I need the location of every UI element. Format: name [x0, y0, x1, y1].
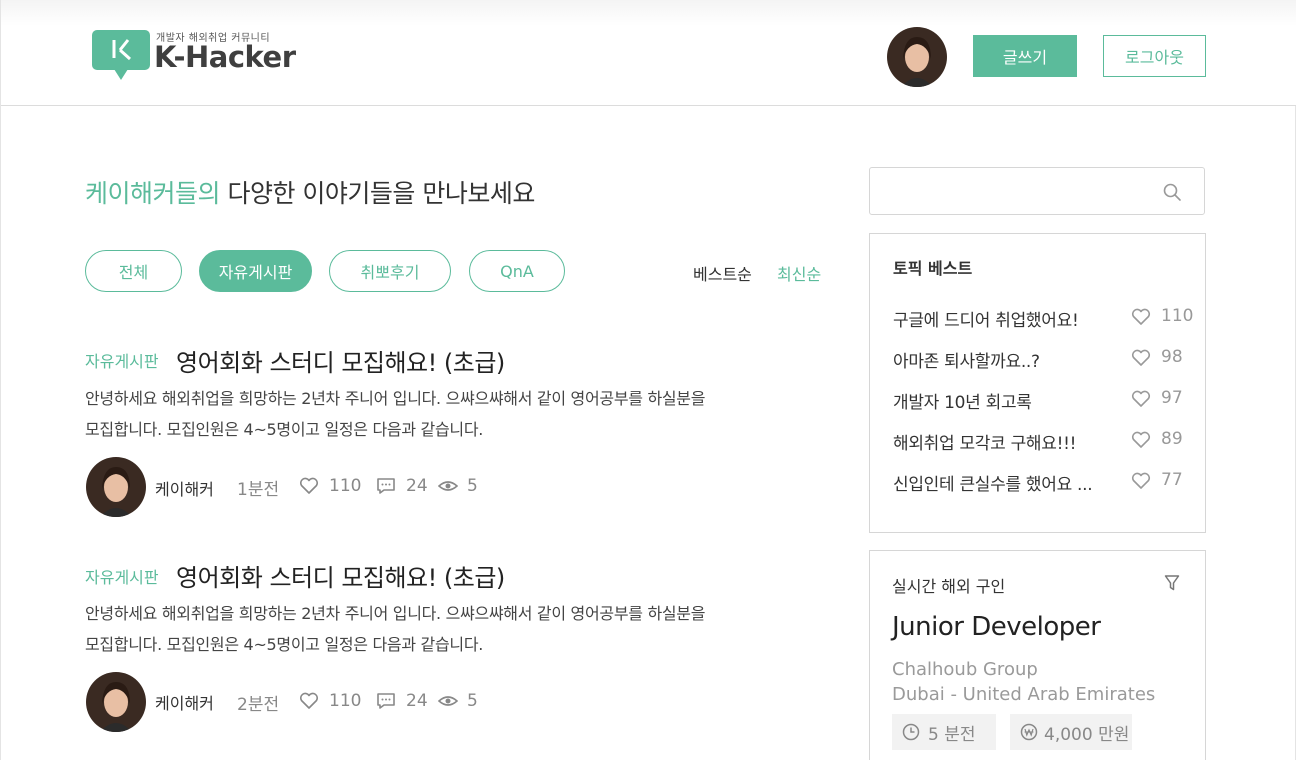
post-comments[interactable]: 24: [376, 476, 428, 496]
user-avatar[interactable]: [887, 27, 947, 87]
job-posted-chip: 5 분전: [892, 714, 996, 750]
eye-icon: [438, 696, 458, 706]
likes-count: 110: [329, 691, 362, 711]
topic-best-item[interactable]: 신입인테 큰실수를 했어요 ... 77: [893, 470, 1193, 495]
post-excerpt-line: 안녕하세요 해외취업을 희망하는 2년차 주니어 입니다. 으쌰으쌰해서 같이 …: [85, 604, 706, 623]
site-header: 개발자 해외취업 커뮤니티 K-Hacker 글쓰기 로그아웃: [1, 0, 1296, 106]
headline-rest: 다양한 이야기들을 만나보세요: [220, 179, 535, 208]
filter-tab-qna[interactable]: QnA: [469, 250, 565, 292]
topic-best-title: 토픽 베스트: [893, 259, 973, 278]
filter-icon[interactable]: [1164, 574, 1180, 592]
topic-best-item-likes: 89: [1161, 429, 1183, 449]
search-icon[interactable]: [1162, 182, 1182, 202]
post-excerpt-line: 안녕하세요 해외취업을 희망하는 2년차 주니어 입니다. 으쌰으쌰해서 같이 …: [85, 389, 706, 408]
won-coin-icon: [1020, 723, 1038, 741]
topic-best-item-label[interactable]: 해외취업 모각코 구해요!!!: [893, 429, 1076, 454]
post-views: 5: [438, 691, 478, 711]
topic-best-item-likes: 77: [1161, 470, 1183, 490]
logo-wordmark[interactable]: K-Hacker: [154, 40, 296, 74]
heart-icon: [299, 692, 319, 709]
eye-icon: [438, 481, 458, 491]
sort-latest[interactable]: 최신순: [777, 261, 821, 285]
heart-icon: [1131, 390, 1151, 407]
post-excerpt-line: 모집합니다. 모집인원은 4~5명이고 일정은 다음과 같습니다.: [85, 420, 484, 439]
avatar-portrait-icon: [86, 672, 146, 732]
topic-best-item-label[interactable]: 신입인테 큰실수를 했어요 ...: [893, 470, 1093, 495]
comment-icon: [377, 693, 395, 709]
avatar-portrait-icon: [86, 457, 146, 517]
write-post-button[interactable]: 글쓰기: [973, 35, 1077, 77]
likes-count: 110: [329, 476, 362, 496]
live-job-panel[interactable]: 실시간 해외 구인 Junior Developer Chalhoub Grou…: [869, 550, 1206, 760]
comments-count: 24: [406, 691, 428, 711]
post-likes[interactable]: 110: [299, 476, 361, 496]
comment-icon: [377, 478, 395, 494]
filter-tab-all[interactable]: 전체: [85, 250, 182, 292]
topic-best-item[interactable]: 개발자 10년 회고록 97: [893, 388, 1193, 413]
post-author[interactable]: 케이해커: [155, 690, 214, 714]
post-excerpt: 안녕하세요 해외취업을 희망하는 2년차 주니어 입니다. 으쌰으쌰해서 같이 …: [85, 383, 785, 445]
comments-count: 24: [406, 476, 428, 496]
avatar-portrait-icon: [887, 27, 947, 87]
filter-tab-job-reviews[interactable]: 취뽀후기: [329, 250, 451, 292]
job-salary-chip: 4,000 만원: [1010, 714, 1132, 750]
post-category[interactable]: 자유게시판: [85, 564, 159, 588]
k-hacker-logo-icon[interactable]: [92, 30, 150, 80]
post-excerpt-line: 모집합니다. 모집인원은 4~5명이고 일정은 다음과 같습니다.: [85, 635, 484, 654]
post-title[interactable]: 영어회화 스터디 모집해요! (초급): [176, 343, 505, 378]
post-excerpt: 안녕하세요 해외취업을 희망하는 2년차 주니어 입니다. 으쌰으쌰해서 같이 …: [85, 598, 785, 660]
live-job-heading: 실시간 해외 구인: [892, 577, 1006, 596]
topic-best-item-likes: 97: [1161, 388, 1183, 408]
topic-best-panel: 토픽 베스트 구글에 드디어 취업했어요! 110 아마존 퇴사할까요..? 9…: [869, 233, 1206, 533]
job-company: Chalhoub Group: [892, 659, 1038, 680]
heart-icon: [299, 477, 319, 494]
job-salary: 4,000 만원: [1044, 724, 1130, 745]
logout-button[interactable]: 로그아웃: [1103, 35, 1206, 77]
heart-icon: [1131, 349, 1151, 366]
heart-icon: [1131, 308, 1151, 325]
sort-best[interactable]: 베스트순: [693, 261, 752, 285]
post-views: 5: [438, 476, 478, 496]
job-title[interactable]: Junior Developer: [892, 612, 1101, 642]
search-box[interactable]: [869, 167, 1205, 215]
topic-best-item[interactable]: 구글에 드디어 취업했어요! 110: [893, 306, 1194, 331]
headline-accent: 케이해커들의: [85, 179, 221, 208]
job-posted-time: 5 분전: [928, 724, 976, 745]
author-avatar[interactable]: [86, 457, 146, 517]
post-time: 1분전: [237, 480, 280, 500]
post-comments[interactable]: 24: [376, 691, 428, 711]
post-time: 2분전: [237, 695, 280, 715]
job-location: Dubai - United Arab Emirates: [892, 684, 1156, 705]
post-author[interactable]: 케이해커: [155, 476, 214, 500]
page-headline: 케이해커들의 다양한 이야기들을 만나보세요: [85, 174, 535, 210]
views-count: 5: [467, 476, 478, 496]
post-category[interactable]: 자유게시판: [85, 348, 159, 372]
post-likes[interactable]: 110: [299, 691, 361, 711]
views-count: 5: [467, 691, 478, 711]
topic-best-item-likes: 98: [1161, 347, 1183, 367]
post-title[interactable]: 영어회화 스터디 모집해요! (초급): [176, 558, 505, 593]
filter-tab-free-board[interactable]: 자유게시판: [199, 250, 312, 292]
topic-best-item-likes: 110: [1161, 306, 1194, 326]
clock-icon: [902, 723, 920, 741]
search-input[interactable]: [882, 176, 1142, 206]
heart-icon: [1131, 472, 1151, 489]
heart-icon: [1131, 431, 1151, 448]
topic-best-item[interactable]: 해외취업 모각코 구해요!!! 89: [893, 429, 1193, 454]
topic-best-item[interactable]: 아마존 퇴사할까요..? 98: [893, 347, 1193, 372]
topic-best-item-label[interactable]: 아마존 퇴사할까요..?: [893, 347, 1040, 372]
topic-best-item-label[interactable]: 구글에 드디어 취업했어요!: [893, 306, 1079, 331]
topic-best-item-label[interactable]: 개발자 10년 회고록: [893, 388, 1032, 413]
author-avatar[interactable]: [86, 672, 146, 732]
